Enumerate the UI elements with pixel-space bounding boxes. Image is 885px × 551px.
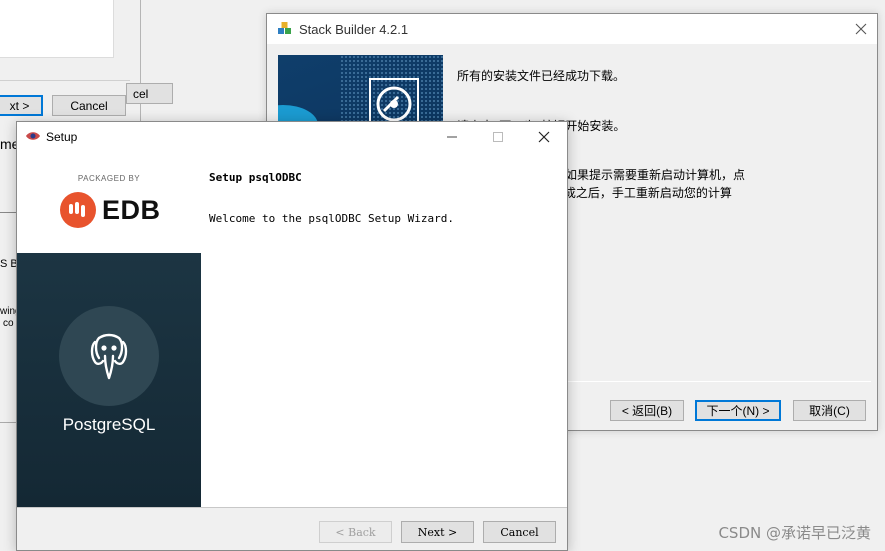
- postgresql-panel: PostgreSQL: [17, 253, 201, 507]
- background-window: xt > Cancel: [0, 0, 141, 123]
- stack-builder-cancel-button[interactable]: 取消(C): [793, 400, 866, 421]
- close-icon[interactable]: [521, 122, 567, 152]
- setup-next-button[interactable]: Next >: [401, 521, 474, 543]
- edb-logo: EDB: [60, 192, 161, 228]
- postgresql-elephant-icon: [59, 306, 159, 406]
- postgresql-label: PostgreSQL: [62, 415, 156, 434]
- background-window-2-button[interactable]: cel: [126, 83, 173, 104]
- background-window-2: [141, 0, 267, 125]
- setup-cancel-button[interactable]: Cancel: [483, 521, 556, 543]
- setup-welcome-text: Welcome to the psqlODBC Setup Wizard.: [209, 212, 455, 225]
- setup-app-icon: [25, 130, 41, 145]
- setup-back-button[interactable]: < Back: [319, 521, 392, 543]
- edb-logo-icon: [60, 192, 96, 228]
- minimize-icon[interactable]: [429, 122, 475, 152]
- edb-brand-text: EDB: [102, 194, 161, 225]
- stack-builder-app-icon: [277, 20, 293, 39]
- setup-heading: Setup psqlODBC: [209, 171, 302, 184]
- background-text-fragment: me: [0, 136, 16, 152]
- background-text-fragment: S Bu: [0, 258, 16, 270]
- maximize-icon: [475, 122, 521, 152]
- close-icon[interactable]: [849, 17, 873, 41]
- background-cancel-button[interactable]: Cancel: [52, 95, 126, 116]
- background-text-fragment: co: [3, 318, 14, 329]
- stack-builder-next-button[interactable]: 下一个(N) >: [695, 400, 781, 421]
- background-text-fragment: wing: [0, 306, 16, 317]
- setup-window: Setup PACKAGED BY EDB PostgreSQL Setup p…: [16, 121, 568, 551]
- background-window-panel: [0, 0, 114, 58]
- setup-footer: < Back Next > Cancel: [17, 507, 567, 550]
- stack-builder-back-button[interactable]: < 返回(B): [610, 400, 684, 421]
- stack-builder-message: 所有的安装文件已经成功下载。: [457, 69, 626, 83]
- stack-builder-titlebar: Stack Builder 4.2.1: [267, 14, 877, 44]
- divider: [0, 80, 130, 81]
- stack-builder-title: Stack Builder 4.2.1: [299, 21, 409, 37]
- setup-title: Setup: [46, 130, 78, 144]
- background-next-button[interactable]: xt >: [0, 95, 43, 116]
- packaged-by-label: PACKAGED BY: [77, 174, 141, 183]
- watermark: CSDN @承诺早已泛黄: [718, 524, 871, 542]
- edb-branding-panel: PACKAGED BY EDB: [17, 152, 201, 253]
